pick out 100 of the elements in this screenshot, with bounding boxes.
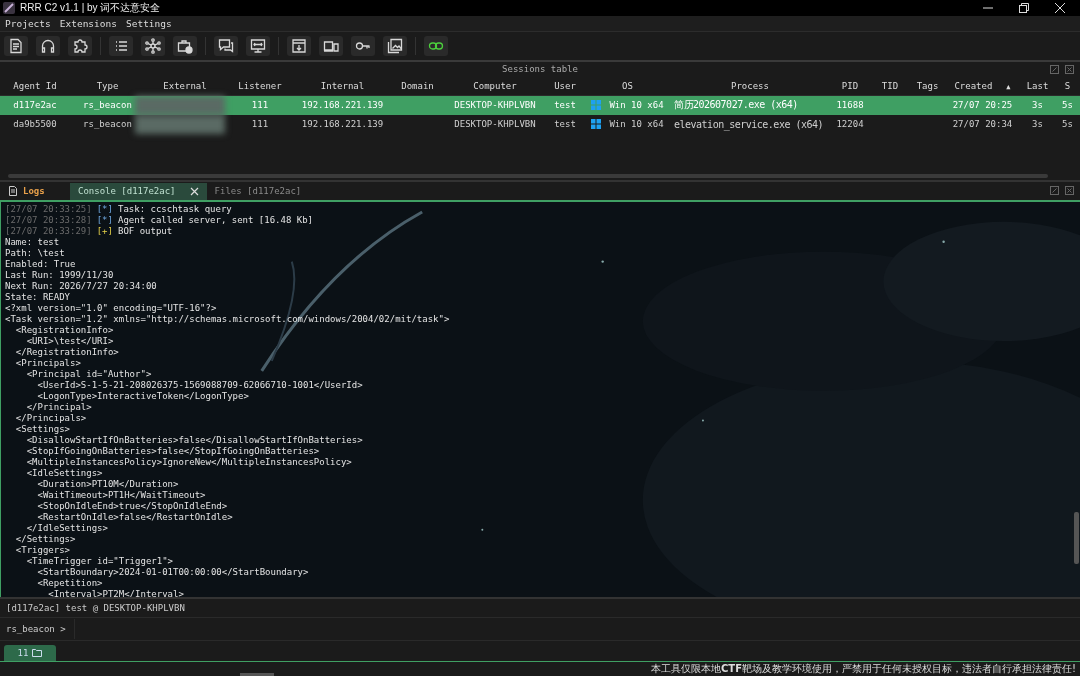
toolbar-button[interactable] — [424, 35, 448, 56]
scrollbar-thumb[interactable] — [8, 173, 1048, 178]
column-header[interactable]: Domain — [390, 80, 445, 91]
log-marker: [+] — [96, 225, 113, 237]
menu-item[interactable]: Projects — [5, 17, 51, 29]
document-icon — [8, 37, 24, 54]
table-cell: Win 10 x64 — [609, 119, 664, 130]
toolbar-button[interactable] — [36, 35, 60, 56]
toolbar-button[interactable] — [287, 35, 311, 56]
log-marker: [*] — [96, 214, 113, 226]
table-cell: 5s — [1062, 100, 1073, 111]
images-icon — [387, 37, 403, 54]
console-line: <Principals> — [14, 357, 82, 369]
column-header[interactable]: Process — [670, 80, 830, 91]
monitor-icon — [250, 37, 266, 54]
console-line: <StopIfGoingOnBatteries>false</StopIfGoingOnBatteries> — [25, 445, 321, 457]
console-line: <LogonType>InteractiveToken</LogonType> — [36, 390, 250, 402]
console-line: <RestartOnIdle>false</RestartOnIdle> — [36, 511, 234, 523]
prompt-label: rs_beacon > — [6, 624, 66, 635]
table-cell: DESKTOP-KHPLVBN — [454, 119, 536, 130]
column-header[interactable]: Last — [1020, 80, 1055, 91]
toolbar-button[interactable] — [109, 35, 133, 56]
toolbar-button[interactable] — [214, 35, 238, 56]
restore-icon[interactable] — [1018, 2, 1030, 14]
console-line: <Principal id="Author"> — [25, 368, 153, 380]
toolbar-button[interactable] — [141, 35, 165, 56]
console-line: <StartBoundary>2024-01-01T00:00:00</StartBoundary> — [36, 566, 310, 578]
column-header[interactable]: User — [545, 80, 585, 91]
console-line: Name: test — [5, 236, 61, 248]
console-line: <Interval>PT2M</Interval> — [47, 588, 185, 598]
panel-title: Sessions table — [502, 64, 578, 75]
column-header[interactable]: Listener — [225, 80, 295, 91]
toolbar-button[interactable] — [351, 35, 375, 56]
folder-icon — [32, 649, 43, 657]
console-line: </IdleSettings> — [25, 522, 109, 534]
console-line: <?xml version="1.0" encoding="UTF-16"?> — [5, 302, 218, 314]
table-cell: 27/07 20:34 — [952, 119, 1013, 130]
timestamp: [27/07 20:33:28] — [5, 214, 92, 226]
table-cell: 简历202607027.exe (x64) — [674, 98, 798, 113]
console-line: <TimeTrigger id="Trigger1"> — [25, 555, 174, 567]
console-line: <StopOnIdleEnd>true</StopOnIdleEnd> — [36, 500, 229, 512]
column-header[interactable]: PID — [830, 80, 870, 91]
menu-item[interactable]: Settings — [125, 17, 172, 29]
console-line: <Duration>PT10M</Duration> — [36, 478, 180, 490]
console-line: </Principals> — [14, 412, 88, 424]
console-line: Next Run: 2026/7/27 20:34:00 — [5, 280, 158, 292]
console-line: </RegistrationInfo> — [14, 346, 120, 358]
console-line: <URI>\test</URI> — [25, 335, 115, 347]
table-cell: 11688 — [836, 100, 864, 111]
tab[interactable]: 11 — [4, 645, 56, 661]
console-line: <UserId>S-1-5-21-208026375-1569088709-62066710-1001</UserId> — [36, 379, 364, 391]
console-line: <Repetition> — [36, 577, 104, 589]
console-line: Enabled: True — [5, 258, 77, 270]
column-header[interactable]: OS — [585, 80, 670, 91]
toolbar-button[interactable] — [68, 35, 92, 56]
toolbar-button[interactable] — [319, 35, 343, 56]
console-line: <Triggers> — [14, 544, 72, 556]
windows-icon — [591, 100, 602, 111]
disclaimer-text: 本工具仅限本地CTF靶场及教学环境使用，严禁用于任何未授权目标，违法者自行承担法律责任! — [651, 662, 1076, 676]
toolbar-button[interactable] — [173, 35, 197, 56]
column-header[interactable]: S — [1055, 80, 1080, 91]
network-icon — [145, 37, 161, 54]
table-cell: 111 — [251, 100, 269, 111]
column-header[interactable]: Internal — [295, 80, 390, 91]
table-cell: d117e2ac — [13, 100, 57, 111]
table-cell: 12204 — [836, 119, 864, 130]
download-box-icon — [291, 37, 307, 54]
puzzle-icon — [72, 37, 88, 54]
console-line: <Settings> — [14, 423, 72, 435]
log-marker: [*] — [96, 203, 113, 215]
column-header[interactable]: Type — [70, 80, 145, 91]
document-icon — [8, 186, 18, 197]
table-cell: 3s — [1032, 100, 1043, 111]
toolbar-button[interactable] — [4, 35, 28, 56]
toolbar-button[interactable] — [246, 35, 270, 56]
scrollbar-thumb[interactable] — [240, 673, 274, 676]
console-line: BOF output — [117, 225, 173, 237]
table-cell: 27/07 20:25 — [952, 100, 1013, 111]
column-header[interactable]: Agent Id — [0, 80, 70, 91]
tab[interactable]: Console [d117e2ac] — [70, 182, 207, 200]
table-row[interactable]: da9b5500 rs_beacon 111 192.168.221.139 DESKTOP-KHPLVBN test Win 10 x64 elevation_service.exe (x64) 12204 27/07 20:34 3s 5s — [0, 114, 1080, 134]
table-cell: 111 — [251, 119, 269, 130]
column-header[interactable]: TID — [870, 80, 910, 91]
timestamp: [27/07 20:33:29] — [5, 225, 92, 237]
table-cell: elevation_service.exe (x64) — [674, 118, 824, 130]
console-line: <RegistrationInfo> — [14, 324, 115, 336]
console-line: Agent called server, sent [16.48 Kb] — [117, 214, 314, 226]
timestamp: [27/07 20:33:25] — [5, 203, 92, 215]
table-cell: 5s — [1062, 119, 1073, 130]
float-icon[interactable] — [1050, 185, 1059, 195]
menu-item[interactable]: Extensions — [59, 17, 117, 29]
toolbar-button[interactable] — [383, 35, 407, 56]
column-header[interactable]: External — [145, 80, 225, 91]
scrollbar-thumb[interactable] — [1074, 511, 1079, 564]
table-cell: 192.168.221.139 — [301, 119, 384, 130]
console-line: <Task version="1.2" xmlns="http://schemas.microsoft.com/windows/2004/02/mit/task"> — [5, 313, 451, 325]
column-header[interactable]: Tags — [910, 80, 945, 91]
float-icon[interactable] — [1050, 64, 1059, 74]
column-header[interactable]: Computer — [445, 80, 545, 91]
table-cell: Win 10 x64 — [609, 100, 664, 111]
